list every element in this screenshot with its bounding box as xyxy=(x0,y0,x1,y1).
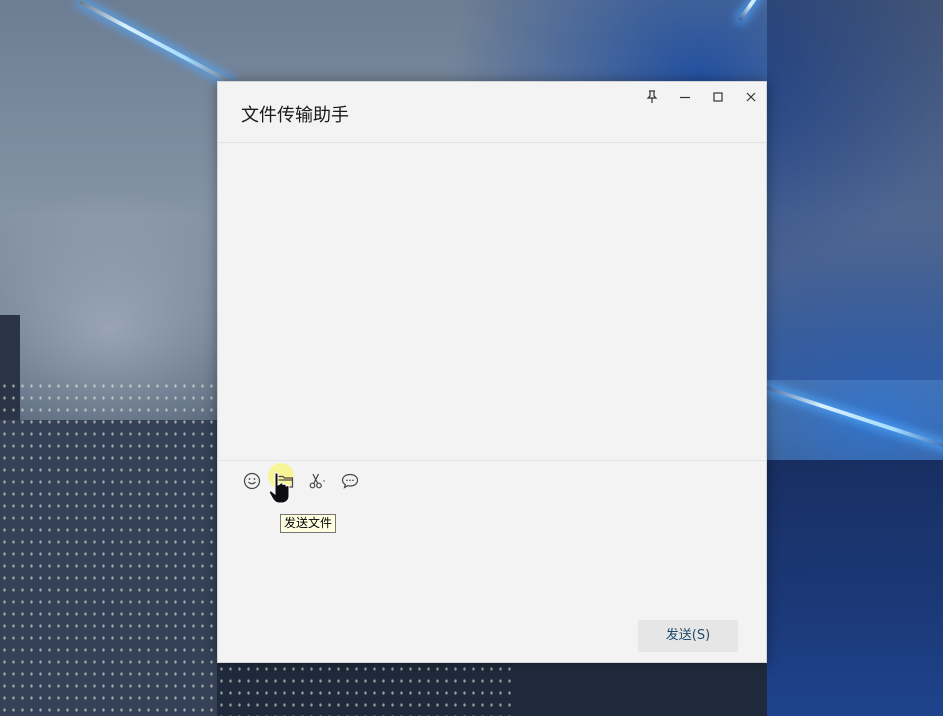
building xyxy=(767,460,943,716)
message-history-area[interactable] xyxy=(218,143,766,460)
light-beam xyxy=(79,0,232,84)
minimize-icon[interactable] xyxy=(674,86,696,108)
pin-icon[interactable] xyxy=(641,86,663,108)
composer-toolbar xyxy=(218,463,766,494)
scissors-icon[interactable] xyxy=(306,470,328,492)
city-lights xyxy=(217,663,517,716)
emoji-icon[interactable] xyxy=(241,470,263,492)
building xyxy=(767,0,943,380)
divider xyxy=(218,460,766,461)
city-lights xyxy=(0,380,217,716)
window-title: 文件传输助手 xyxy=(241,105,349,126)
chat-window: 文件传输助手 发送文件 发送(S) xyxy=(217,81,767,663)
message-input[interactable] xyxy=(218,502,766,612)
hand-cursor-icon xyxy=(266,470,296,506)
title-bar[interactable]: 文件传输助手 xyxy=(218,82,766,143)
close-icon[interactable] xyxy=(740,86,762,108)
send-button[interactable]: 发送(S) xyxy=(638,620,738,652)
maximize-icon[interactable] xyxy=(707,86,729,108)
chat-bubble-icon[interactable] xyxy=(339,470,361,492)
light-beam xyxy=(766,386,943,449)
